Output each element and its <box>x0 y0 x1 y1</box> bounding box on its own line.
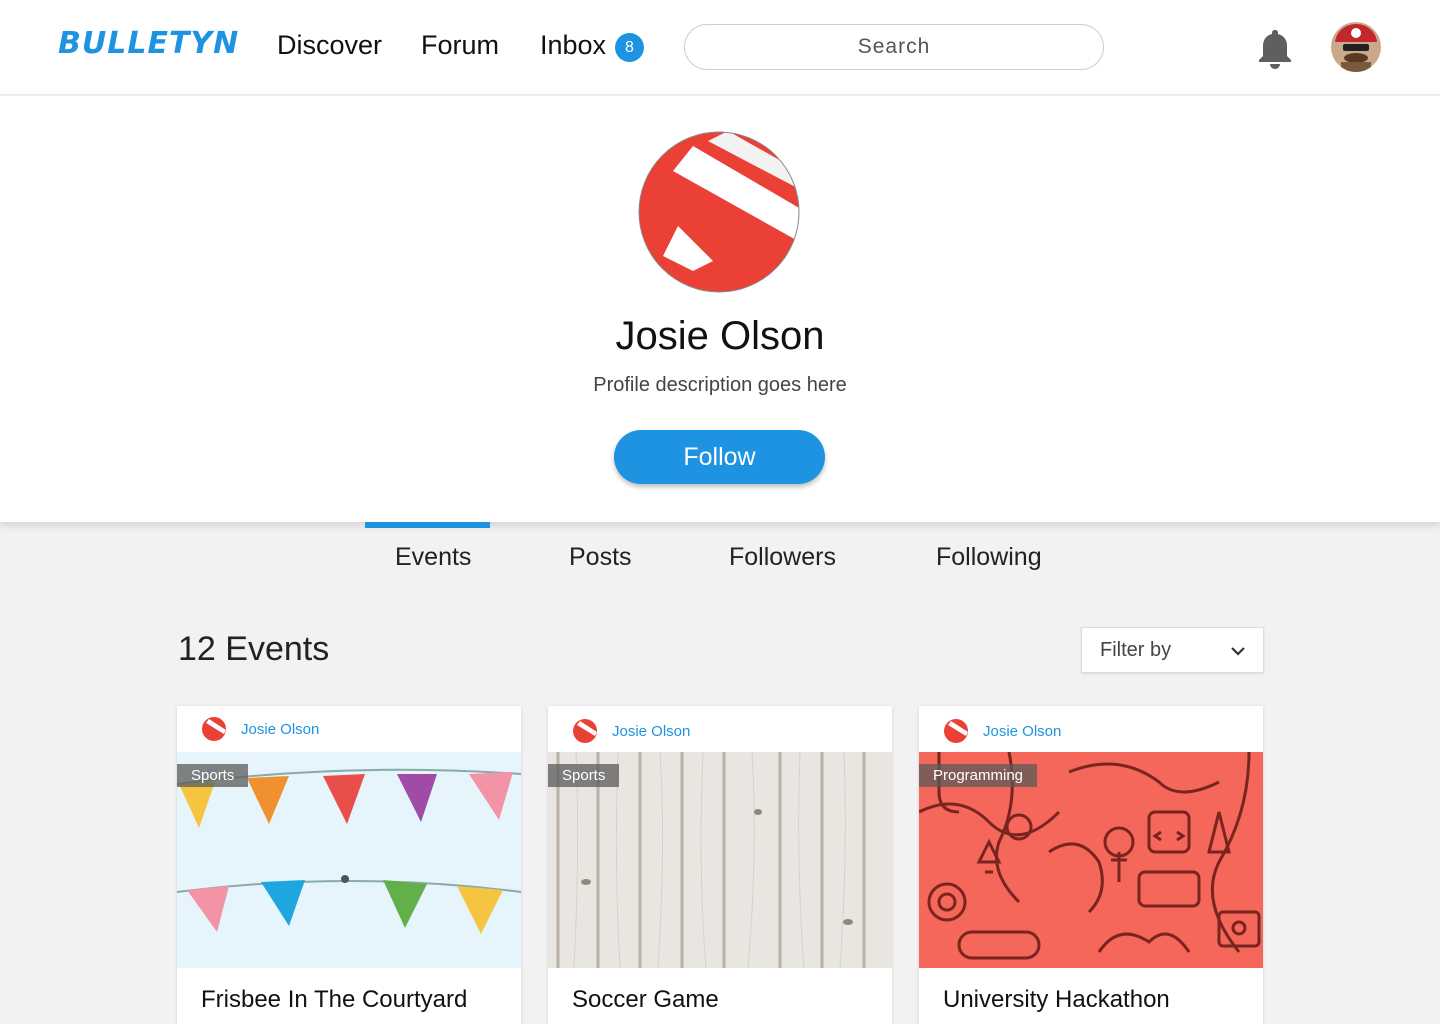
search-input[interactable] <box>684 24 1104 70</box>
inbox-count-badge: 8 <box>615 33 644 62</box>
app-logo[interactable]: BULLETYN <box>58 26 239 61</box>
profile-avatar <box>638 131 800 293</box>
card-title[interactable]: Frisbee In The Courtyard <box>201 986 467 1014</box>
follow-button[interactable]: Follow <box>614 430 825 484</box>
tab-followers[interactable]: Followers <box>729 543 836 572</box>
filter-label: Filter by <box>1100 639 1172 661</box>
card-category-tag: Sports <box>177 764 249 787</box>
chevron-down-icon <box>1231 647 1245 656</box>
wood-planks-image: Sports <box>548 752 892 968</box>
doodle-pattern-image: Programming <box>919 752 1263 968</box>
tab-events[interactable]: Events <box>395 543 471 572</box>
tab-posts[interactable]: Posts <box>569 543 632 572</box>
profile-name: Josie Olson <box>615 314 825 358</box>
author-avatar <box>944 719 968 743</box>
author-avatar <box>573 719 597 743</box>
bunting-flags-image: Sports <box>177 752 521 968</box>
top-navbar: BULLETYN Discover Forum Inbox 8 <box>0 0 1440 95</box>
tab-following[interactable]: Following <box>936 543 1042 572</box>
author-avatar <box>202 717 226 741</box>
card-title[interactable]: University Hackathon <box>943 986 1170 1014</box>
bell-icon[interactable] <box>1256 28 1294 70</box>
events-count-heading: 12 Events <box>178 630 330 668</box>
card-author-name: Josie Olson <box>241 721 320 738</box>
card-author-name: Josie Olson <box>612 723 691 740</box>
card-author-name: Josie Olson <box>983 723 1062 740</box>
card-category-tag: Sports <box>548 764 620 787</box>
event-card[interactable]: Josie Olson <box>919 706 1263 1024</box>
nav-forum[interactable]: Forum <box>421 30 499 61</box>
event-card[interactable]: Josie Olson Sports Frisbee In The Courty… <box>177 706 521 1024</box>
card-title[interactable]: Soccer Game <box>572 986 719 1014</box>
user-avatar[interactable] <box>1331 22 1381 72</box>
nav-inbox[interactable]: Inbox <box>540 30 606 61</box>
event-card[interactable]: Josie Olson <box>548 706 892 1024</box>
profile-description: Profile description goes here <box>593 374 847 396</box>
profile-header: Josie Olson Profile description goes her… <box>0 96 1440 522</box>
card-category-tag: Programming <box>919 764 1038 787</box>
active-tab-indicator <box>365 522 490 528</box>
filter-dropdown[interactable]: Filter by <box>1081 627 1264 673</box>
nav-discover[interactable]: Discover <box>277 30 382 61</box>
